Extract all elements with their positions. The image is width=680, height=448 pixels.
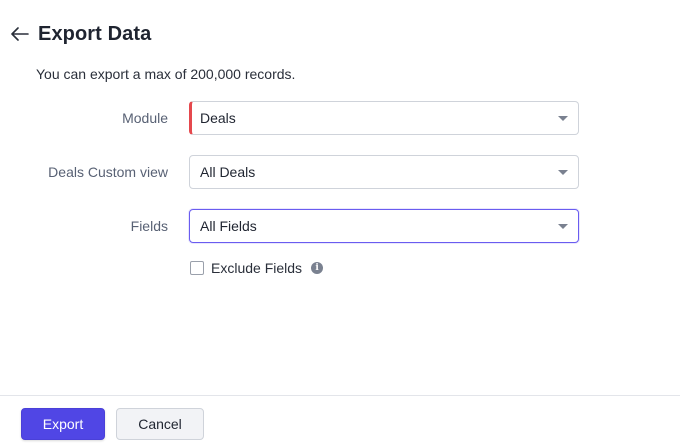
chevron-down-icon xyxy=(558,224,568,229)
footer-bar: Export Cancel xyxy=(0,395,680,448)
exclude-fields-row: Exclude Fields i xyxy=(190,259,324,277)
fields-label: Fields xyxy=(130,218,168,234)
export-button[interactable]: Export xyxy=(21,408,105,440)
arrow-left-icon xyxy=(11,27,29,41)
module-label: Module xyxy=(122,110,168,126)
export-data-page: Export Data You can export a max of 200,… xyxy=(0,0,680,448)
module-row: Module Deals xyxy=(0,101,680,135)
custom-view-label: Deals Custom view xyxy=(48,164,168,180)
custom-view-select-value: All Deals xyxy=(200,164,256,180)
exclude-fields-checkbox[interactable] xyxy=(190,261,204,275)
module-select-value: Deals xyxy=(200,110,236,126)
back-button[interactable] xyxy=(10,24,30,44)
cancel-button[interactable]: Cancel xyxy=(116,408,204,440)
exclude-fields-label[interactable]: Exclude Fields xyxy=(211,260,302,276)
chevron-down-icon xyxy=(558,116,568,121)
chevron-down-icon xyxy=(558,170,568,175)
fields-row: Fields All Fields xyxy=(0,209,680,243)
module-select[interactable]: Deals xyxy=(189,101,579,135)
page-header: Export Data xyxy=(10,20,151,48)
page-title: Export Data xyxy=(38,22,152,45)
custom-view-row: Deals Custom view All Deals xyxy=(0,155,680,189)
custom-view-select[interactable]: All Deals xyxy=(189,155,579,189)
export-limit-note: You can export a max of 200,000 records. xyxy=(36,66,296,82)
info-icon[interactable]: i xyxy=(311,262,324,274)
fields-select-value: All Fields xyxy=(200,218,257,234)
fields-select[interactable]: All Fields xyxy=(189,209,579,243)
